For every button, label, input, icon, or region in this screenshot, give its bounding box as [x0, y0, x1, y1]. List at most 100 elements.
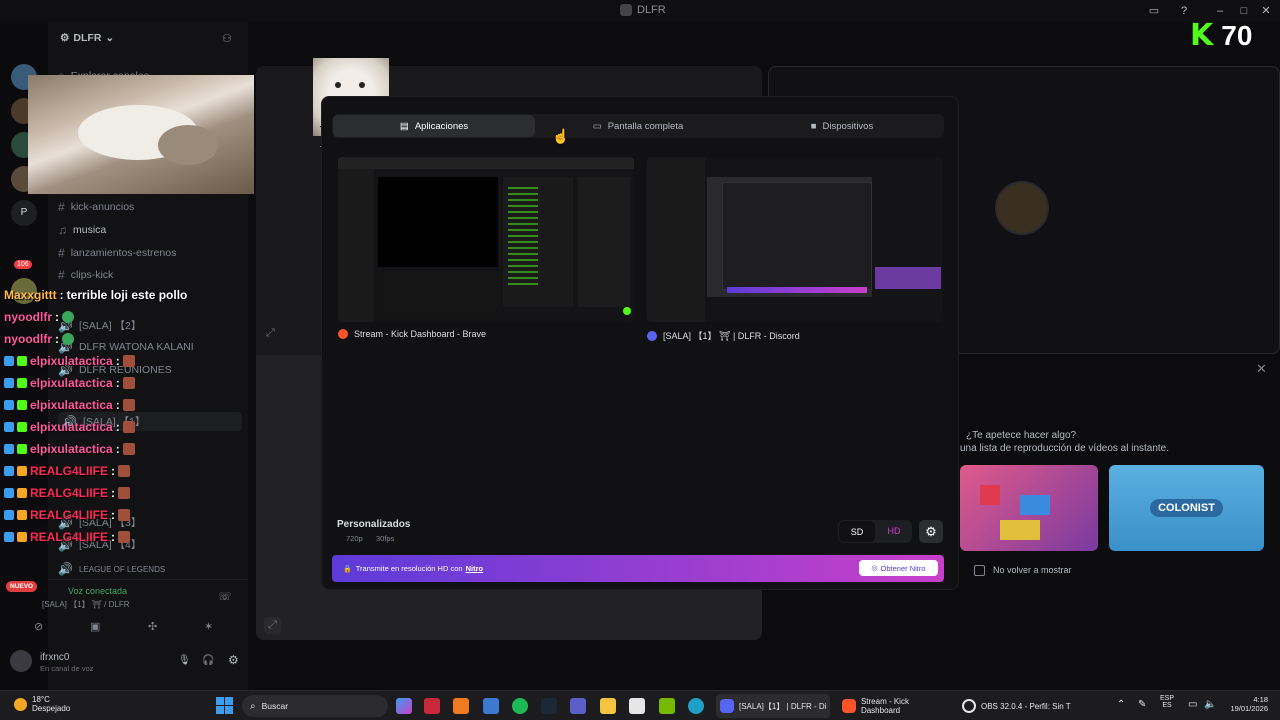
- chat-username[interactable]: elpixulatactica: [30, 398, 113, 412]
- app-icon[interactable]: [483, 698, 499, 714]
- clock[interactable]: 4:18 19/01/2026: [1222, 695, 1268, 713]
- volume-icon[interactable]: 🔈: [1204, 699, 1216, 710]
- tab-applications[interactable]: ▤ Aplicaciones: [333, 115, 535, 137]
- help-icon[interactable]: ?: [1176, 3, 1192, 19]
- search-box[interactable]: ⌕ Buscar: [242, 695, 388, 717]
- kick-logo-icon: K: [1190, 18, 1214, 53]
- language-indicator[interactable]: ESP ES: [1160, 695, 1174, 709]
- chat-separator: :: [111, 508, 116, 522]
- disconnect-icon[interactable]: ☏: [218, 590, 232, 603]
- hand-cursor-icon: ☝: [552, 128, 570, 144]
- chat-username[interactable]: REALG4LIIFE: [30, 486, 108, 500]
- edge-icon[interactable]: [688, 698, 704, 714]
- source-label[interactable]: [SALA] 【1】 ⛩ | DLFR - Discord: [647, 329, 800, 342]
- app-icon[interactable]: [453, 698, 469, 714]
- activity-icon[interactable]: ✣: [148, 620, 157, 633]
- taskbar-app-obs[interactable]: OBS 32.0.4 - Perfil: Sin T: [958, 694, 1072, 718]
- server-icon[interactable]: P: [11, 200, 37, 226]
- copilot-icon[interactable]: [396, 698, 412, 714]
- chat-username[interactable]: elpixulatactica: [30, 376, 113, 390]
- settings-icon[interactable]: ⚙: [228, 653, 239, 667]
- game-card-blocks[interactable]: [960, 465, 1098, 551]
- headphones-icon[interactable]: 🎧: [202, 655, 214, 666]
- minimize-button[interactable]: –: [1212, 3, 1228, 19]
- sun-icon: [14, 697, 27, 711]
- chat-username[interactable]: nyoodlfr: [4, 310, 52, 324]
- server-header[interactable]: ⚙ DLFR ⌄: [60, 32, 114, 44]
- channel-item[interactable]: ♫ musica: [58, 223, 106, 237]
- badge-icon: [17, 466, 27, 476]
- spotify-icon[interactable]: [512, 698, 528, 714]
- channel-item[interactable]: # kick-anuncios: [58, 200, 134, 214]
- avatar[interactable]: [10, 650, 32, 672]
- weather-widget[interactable]: 18°C Despejado: [14, 695, 70, 713]
- taskbar-app-discord[interactable]: [SALA]【1】 | DLFR - Di: [716, 694, 830, 718]
- window-title: DLFR: [620, 4, 666, 16]
- username: ifrxnc0: [40, 652, 70, 663]
- chat-username[interactable]: REALG4LIIFE: [30, 464, 108, 478]
- chat-username[interactable]: Maxxgittt: [4, 288, 57, 302]
- chat-username[interactable]: REALG4LIIFE: [30, 530, 108, 544]
- chat-separator: :: [115, 354, 120, 368]
- chat-username[interactable]: elpixulatactica: [30, 442, 113, 456]
- activity-prompt: ¿Te apetece hacer algo?: [966, 430, 1077, 441]
- store-icon[interactable]: [629, 698, 645, 714]
- dont-show-checkbox[interactable]: [974, 565, 985, 576]
- discord-icon: [720, 699, 734, 713]
- popout-icon[interactable]: ⤢: [264, 617, 281, 634]
- chat-username[interactable]: nyoodlfr: [4, 332, 52, 346]
- channel-item[interactable]: # clips-kick: [58, 268, 113, 282]
- source-thumbnail-kick[interactable]: [338, 157, 634, 322]
- settings-gear-button[interactable]: ⚙: [919, 520, 943, 543]
- nvidia-icon[interactable]: [659, 698, 675, 714]
- avatar[interactable]: [995, 181, 1049, 235]
- close-button[interactable]: ✕: [1258, 3, 1274, 19]
- emote-icon: [118, 509, 131, 521]
- voice-channel[interactable]: [SALA] 【1】 ⛩ / DLFR: [42, 599, 130, 610]
- mic-icon[interactable]: 🎙: [178, 655, 191, 666]
- badge-icon: [17, 444, 27, 454]
- get-nitro-button[interactable]: ◎ Obtener Nitro: [859, 560, 938, 576]
- chat-username[interactable]: elpixulatactica: [30, 420, 113, 434]
- inbox-icon[interactable]: ▭: [1146, 3, 1162, 19]
- kick-counter: K 70: [1190, 20, 1252, 52]
- chat-username[interactable]: REALG4LIIFE: [30, 508, 108, 522]
- pen-icon[interactable]: ✎: [1138, 699, 1146, 710]
- maximize-button[interactable]: □: [1236, 3, 1252, 19]
- chat-message: nyoodlfr :: [4, 328, 264, 350]
- hd-button[interactable]: HD: [876, 520, 912, 543]
- soundboard-icon[interactable]: ✶: [204, 620, 213, 633]
- badge-icon: [4, 466, 14, 476]
- popout-icon[interactable]: ⤢: [266, 327, 275, 340]
- valorant-icon[interactable]: [424, 698, 440, 714]
- chat-message: elpixulatactica :: [4, 438, 264, 460]
- steam-icon[interactable]: [541, 698, 557, 714]
- source-label[interactable]: Stream - Kick Dashboard - Brave: [338, 329, 486, 339]
- chat-username[interactable]: elpixulatactica: [30, 354, 113, 368]
- badge-icon: [17, 510, 27, 520]
- taskbar-app-brave[interactable]: Stream - Kick Dashboard: [838, 694, 950, 718]
- video-off-icon[interactable]: ⊘: [34, 620, 43, 633]
- tab-devices[interactable]: ■ Dispositivos: [741, 115, 943, 137]
- start-button[interactable]: [216, 697, 233, 714]
- badge-icon: [4, 400, 14, 410]
- add-member-icon[interactable]: ⚇: [222, 32, 232, 45]
- channel-item[interactable]: # lanzamientos-estrenos: [58, 246, 176, 260]
- nitro-link[interactable]: Nitro: [466, 564, 484, 573]
- folder-icon[interactable]: [600, 698, 616, 714]
- sd-button[interactable]: SD: [839, 521, 875, 542]
- nitro-text: Transmite en resolución HD con: [355, 564, 463, 573]
- close-icon[interactable]: ✕: [1256, 361, 1267, 377]
- chevron-up-icon[interactable]: ⌃: [1117, 699, 1125, 710]
- badge-icon: [17, 532, 27, 542]
- activity-panel: ✕ ¿Te apetece hacer algo? una lista de r…: [960, 355, 1280, 595]
- screen-share-icon[interactable]: ▣: [90, 620, 100, 633]
- search-icon: ⌕: [250, 700, 256, 712]
- category-header[interactable]: 🔊 LEAGUE OF LEGENDS: [58, 562, 165, 576]
- emote-icon: [118, 487, 131, 499]
- chat-message: REALG4LIIFE :: [4, 504, 264, 526]
- game-card-colonist[interactable]: COLONIST: [1109, 465, 1264, 551]
- source-thumbnail-discord[interactable]: [647, 157, 943, 322]
- display-icon[interactable]: ▭: [1188, 699, 1197, 710]
- teams-icon[interactable]: [570, 698, 586, 714]
